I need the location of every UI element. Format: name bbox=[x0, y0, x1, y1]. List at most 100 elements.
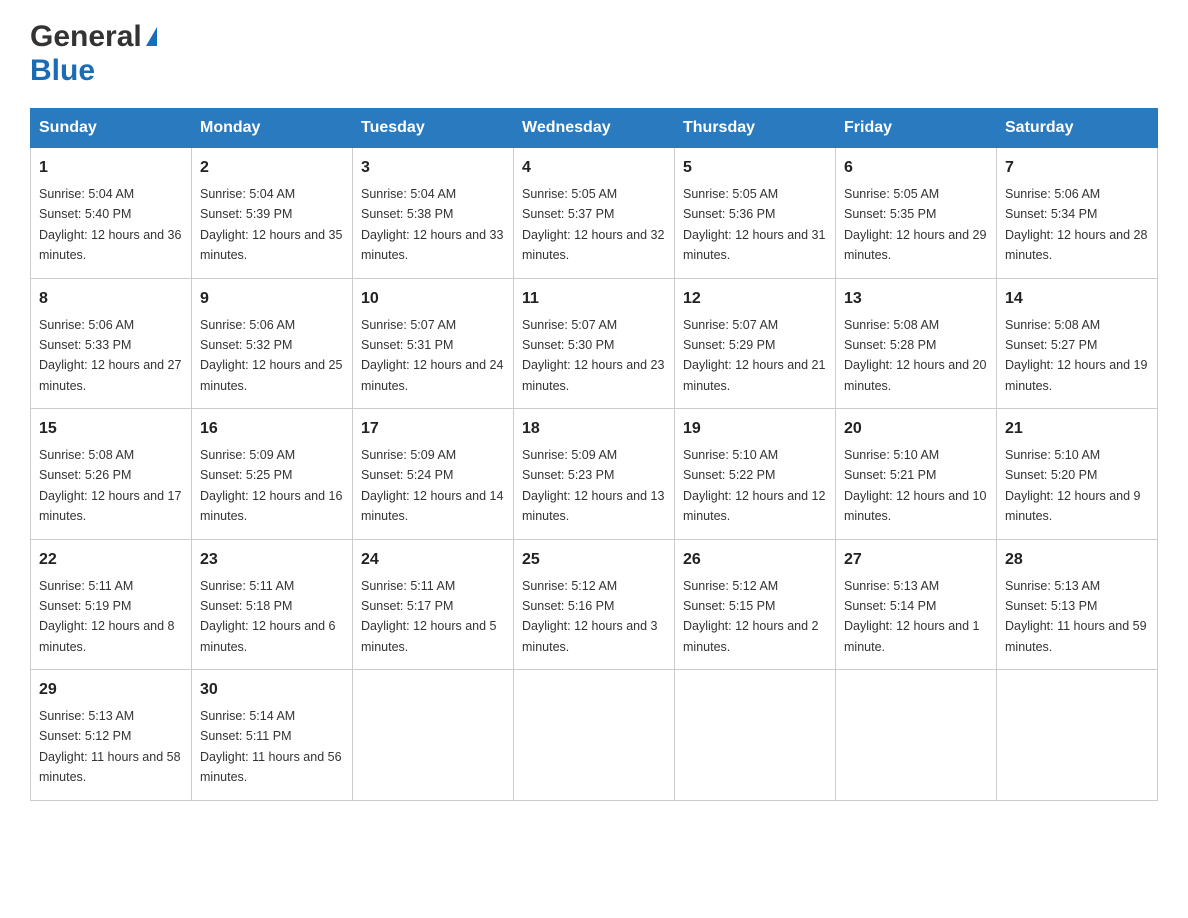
day-number: 4 bbox=[522, 156, 666, 180]
day-number: 9 bbox=[200, 287, 344, 311]
day-cell-11: 11 Sunrise: 5:07 AMSunset: 5:30 PMDaylig… bbox=[514, 278, 675, 409]
day-info: Sunrise: 5:10 AMSunset: 5:21 PMDaylight:… bbox=[844, 448, 986, 523]
weekday-header-tuesday: Tuesday bbox=[353, 109, 514, 148]
day-number: 21 bbox=[1005, 417, 1149, 441]
day-cell-7: 7 Sunrise: 5:06 AMSunset: 5:34 PMDayligh… bbox=[997, 148, 1158, 279]
day-info: Sunrise: 5:06 AMSunset: 5:33 PMDaylight:… bbox=[39, 318, 181, 393]
day-info: Sunrise: 5:08 AMSunset: 5:26 PMDaylight:… bbox=[39, 448, 181, 523]
day-cell-27: 27 Sunrise: 5:13 AMSunset: 5:14 PMDaylig… bbox=[836, 539, 997, 670]
day-number: 8 bbox=[39, 287, 183, 311]
day-info: Sunrise: 5:07 AMSunset: 5:30 PMDaylight:… bbox=[522, 318, 664, 393]
day-info: Sunrise: 5:06 AMSunset: 5:32 PMDaylight:… bbox=[200, 318, 342, 393]
weekday-header-sunday: Sunday bbox=[31, 109, 192, 148]
day-cell-30: 30 Sunrise: 5:14 AMSunset: 5:11 PMDaylig… bbox=[192, 670, 353, 801]
day-cell-13: 13 Sunrise: 5:08 AMSunset: 5:28 PMDaylig… bbox=[836, 278, 997, 409]
day-number: 27 bbox=[844, 548, 988, 572]
day-cell-28: 28 Sunrise: 5:13 AMSunset: 5:13 PMDaylig… bbox=[997, 539, 1158, 670]
day-number: 28 bbox=[1005, 548, 1149, 572]
day-info: Sunrise: 5:14 AMSunset: 5:11 PMDaylight:… bbox=[200, 709, 342, 784]
day-number: 20 bbox=[844, 417, 988, 441]
day-info: Sunrise: 5:11 AMSunset: 5:19 PMDaylight:… bbox=[39, 579, 175, 654]
day-cell-15: 15 Sunrise: 5:08 AMSunset: 5:26 PMDaylig… bbox=[31, 409, 192, 540]
day-number: 18 bbox=[522, 417, 666, 441]
day-info: Sunrise: 5:04 AMSunset: 5:40 PMDaylight:… bbox=[39, 187, 181, 262]
day-info: Sunrise: 5:08 AMSunset: 5:27 PMDaylight:… bbox=[1005, 318, 1147, 393]
day-cell-25: 25 Sunrise: 5:12 AMSunset: 5:16 PMDaylig… bbox=[514, 539, 675, 670]
day-number: 24 bbox=[361, 548, 505, 572]
day-number: 6 bbox=[844, 156, 988, 180]
day-info: Sunrise: 5:07 AMSunset: 5:29 PMDaylight:… bbox=[683, 318, 825, 393]
day-number: 3 bbox=[361, 156, 505, 180]
day-cell-12: 12 Sunrise: 5:07 AMSunset: 5:29 PMDaylig… bbox=[675, 278, 836, 409]
day-info: Sunrise: 5:10 AMSunset: 5:20 PMDaylight:… bbox=[1005, 448, 1141, 523]
empty-cell-4-2 bbox=[353, 670, 514, 801]
day-number: 2 bbox=[200, 156, 344, 180]
day-info: Sunrise: 5:13 AMSunset: 5:12 PMDaylight:… bbox=[39, 709, 181, 784]
day-number: 10 bbox=[361, 287, 505, 311]
day-number: 15 bbox=[39, 417, 183, 441]
day-cell-4: 4 Sunrise: 5:05 AMSunset: 5:37 PMDayligh… bbox=[514, 148, 675, 279]
day-number: 19 bbox=[683, 417, 827, 441]
day-number: 16 bbox=[200, 417, 344, 441]
week-row-5: 29 Sunrise: 5:13 AMSunset: 5:12 PMDaylig… bbox=[31, 670, 1158, 801]
day-info: Sunrise: 5:04 AMSunset: 5:39 PMDaylight:… bbox=[200, 187, 342, 262]
empty-cell-4-5 bbox=[836, 670, 997, 801]
day-info: Sunrise: 5:07 AMSunset: 5:31 PMDaylight:… bbox=[361, 318, 503, 393]
day-info: Sunrise: 5:12 AMSunset: 5:16 PMDaylight:… bbox=[522, 579, 658, 654]
day-cell-19: 19 Sunrise: 5:10 AMSunset: 5:22 PMDaylig… bbox=[675, 409, 836, 540]
day-cell-6: 6 Sunrise: 5:05 AMSunset: 5:35 PMDayligh… bbox=[836, 148, 997, 279]
day-info: Sunrise: 5:10 AMSunset: 5:22 PMDaylight:… bbox=[683, 448, 825, 523]
logo: General Blue bbox=[30, 20, 157, 88]
logo-general-text: General bbox=[30, 20, 142, 54]
day-info: Sunrise: 5:09 AMSunset: 5:23 PMDaylight:… bbox=[522, 448, 664, 523]
day-number: 14 bbox=[1005, 287, 1149, 311]
weekday-header-saturday: Saturday bbox=[997, 109, 1158, 148]
day-number: 25 bbox=[522, 548, 666, 572]
day-number: 1 bbox=[39, 156, 183, 180]
day-number: 23 bbox=[200, 548, 344, 572]
day-cell-5: 5 Sunrise: 5:05 AMSunset: 5:36 PMDayligh… bbox=[675, 148, 836, 279]
day-cell-20: 20 Sunrise: 5:10 AMSunset: 5:21 PMDaylig… bbox=[836, 409, 997, 540]
day-info: Sunrise: 5:13 AMSunset: 5:13 PMDaylight:… bbox=[1005, 579, 1147, 654]
day-number: 30 bbox=[200, 678, 344, 702]
calendar-table: SundayMondayTuesdayWednesdayThursdayFrid… bbox=[30, 108, 1158, 801]
weekday-header-wednesday: Wednesday bbox=[514, 109, 675, 148]
day-cell-1: 1 Sunrise: 5:04 AMSunset: 5:40 PMDayligh… bbox=[31, 148, 192, 279]
day-info: Sunrise: 5:09 AMSunset: 5:25 PMDaylight:… bbox=[200, 448, 342, 523]
day-info: Sunrise: 5:09 AMSunset: 5:24 PMDaylight:… bbox=[361, 448, 503, 523]
day-cell-23: 23 Sunrise: 5:11 AMSunset: 5:18 PMDaylig… bbox=[192, 539, 353, 670]
day-info: Sunrise: 5:04 AMSunset: 5:38 PMDaylight:… bbox=[361, 187, 503, 262]
day-info: Sunrise: 5:05 AMSunset: 5:36 PMDaylight:… bbox=[683, 187, 825, 262]
day-info: Sunrise: 5:13 AMSunset: 5:14 PMDaylight:… bbox=[844, 579, 980, 654]
day-info: Sunrise: 5:12 AMSunset: 5:15 PMDaylight:… bbox=[683, 579, 819, 654]
day-info: Sunrise: 5:05 AMSunset: 5:37 PMDaylight:… bbox=[522, 187, 664, 262]
empty-cell-4-4 bbox=[675, 670, 836, 801]
day-cell-10: 10 Sunrise: 5:07 AMSunset: 5:31 PMDaylig… bbox=[353, 278, 514, 409]
day-cell-21: 21 Sunrise: 5:10 AMSunset: 5:20 PMDaylig… bbox=[997, 409, 1158, 540]
logo-blue-text: Blue bbox=[30, 54, 95, 87]
day-number: 11 bbox=[522, 287, 666, 311]
day-cell-3: 3 Sunrise: 5:04 AMSunset: 5:38 PMDayligh… bbox=[353, 148, 514, 279]
day-info: Sunrise: 5:05 AMSunset: 5:35 PMDaylight:… bbox=[844, 187, 986, 262]
week-row-2: 8 Sunrise: 5:06 AMSunset: 5:33 PMDayligh… bbox=[31, 278, 1158, 409]
weekday-header-monday: Monday bbox=[192, 109, 353, 148]
day-cell-8: 8 Sunrise: 5:06 AMSunset: 5:33 PMDayligh… bbox=[31, 278, 192, 409]
day-cell-26: 26 Sunrise: 5:12 AMSunset: 5:15 PMDaylig… bbox=[675, 539, 836, 670]
day-cell-14: 14 Sunrise: 5:08 AMSunset: 5:27 PMDaylig… bbox=[997, 278, 1158, 409]
day-number: 22 bbox=[39, 548, 183, 572]
day-info: Sunrise: 5:11 AMSunset: 5:18 PMDaylight:… bbox=[200, 579, 336, 654]
day-cell-18: 18 Sunrise: 5:09 AMSunset: 5:23 PMDaylig… bbox=[514, 409, 675, 540]
page-header: General Blue bbox=[30, 20, 1158, 88]
day-number: 17 bbox=[361, 417, 505, 441]
week-row-1: 1 Sunrise: 5:04 AMSunset: 5:40 PMDayligh… bbox=[31, 148, 1158, 279]
day-number: 7 bbox=[1005, 156, 1149, 180]
empty-cell-4-6 bbox=[997, 670, 1158, 801]
day-number: 5 bbox=[683, 156, 827, 180]
day-number: 29 bbox=[39, 678, 183, 702]
week-row-4: 22 Sunrise: 5:11 AMSunset: 5:19 PMDaylig… bbox=[31, 539, 1158, 670]
day-cell-9: 9 Sunrise: 5:06 AMSunset: 5:32 PMDayligh… bbox=[192, 278, 353, 409]
empty-cell-4-3 bbox=[514, 670, 675, 801]
day-number: 13 bbox=[844, 287, 988, 311]
day-cell-2: 2 Sunrise: 5:04 AMSunset: 5:39 PMDayligh… bbox=[192, 148, 353, 279]
logo-triangle-icon bbox=[146, 27, 157, 46]
